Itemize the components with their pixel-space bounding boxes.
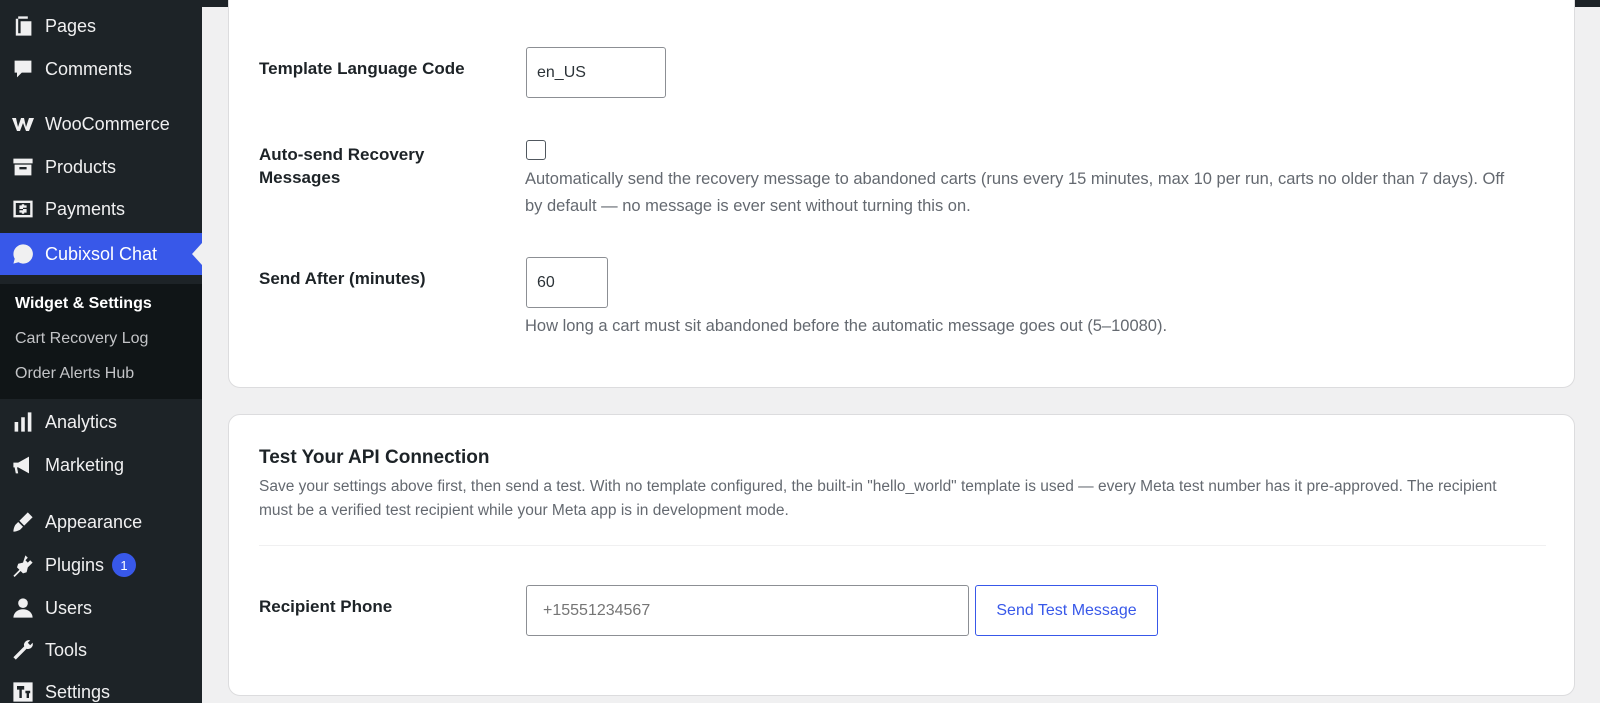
pages-icon bbox=[10, 13, 36, 39]
sidebar-item-label: Settings bbox=[45, 681, 111, 702]
payments-icon bbox=[10, 196, 36, 222]
admin-sidebar: Pages Comments WooCommerce Products Paym… bbox=[0, 0, 202, 703]
sidebar-item-users[interactable]: Users bbox=[0, 587, 202, 629]
tools-icon bbox=[10, 637, 36, 663]
sidebar-item-label: Appearance bbox=[45, 511, 143, 532]
sidebar-item-settings[interactable]: Settings bbox=[0, 671, 202, 703]
sidebar-item-label: Analytics bbox=[45, 411, 118, 432]
sidebar-item-label: Users bbox=[45, 597, 93, 618]
send-after-description: How long a cart must sit abandoned befor… bbox=[525, 317, 1168, 335]
sidebar-item-cubixsol-chat[interactable]: Cubixsol Chat bbox=[0, 233, 202, 275]
sidebar-item-woocommerce[interactable]: WooCommerce bbox=[0, 103, 202, 145]
settings-icon bbox=[10, 679, 36, 703]
sidebar-item-payments[interactable]: Payments bbox=[0, 188, 202, 230]
analytics-icon bbox=[10, 409, 36, 435]
recipient-phone-input[interactable]: +15551234567 bbox=[526, 585, 969, 636]
comments-icon bbox=[10, 56, 36, 82]
sidebar-item-products[interactable]: Products bbox=[0, 146, 202, 188]
settings-card: Template Language Code en_US Auto-send R… bbox=[228, 0, 1575, 388]
chat-icon bbox=[10, 241, 36, 267]
sidebar-item-label: Payments bbox=[45, 198, 126, 219]
sidebar-item-label: Plugins bbox=[45, 554, 105, 575]
sidebar-item-label: Cubixsol Chat bbox=[45, 243, 158, 264]
sidebar-item-label: Products bbox=[45, 156, 117, 177]
sidebar-item-marketing[interactable]: Marketing bbox=[0, 444, 202, 486]
sidebar-item-plugins[interactable]: Plugins 1 bbox=[0, 544, 202, 586]
api-test-title: Test Your API Connection bbox=[259, 447, 490, 468]
woocommerce-icon bbox=[10, 111, 36, 137]
plugins-icon bbox=[10, 552, 36, 578]
sidebar-item-analytics[interactable]: Analytics bbox=[0, 401, 202, 443]
sidebar-item-tools[interactable]: Tools bbox=[0, 629, 202, 671]
autosend-label: Auto-send Recovery Messages bbox=[259, 145, 425, 187]
sidebar-item-label: Marketing bbox=[45, 454, 125, 475]
submenu-widget-settings[interactable]: Widget & Settings bbox=[15, 295, 152, 313]
autosend-checkbox[interactable] bbox=[526, 140, 546, 160]
sidebar-item-appearance[interactable]: Appearance bbox=[0, 501, 202, 543]
autosend-description: Automatically send the recovery message … bbox=[525, 170, 1505, 215]
users-icon bbox=[10, 595, 36, 621]
sidebar-item-label: Tools bbox=[45, 639, 88, 660]
template-language-label: Template Language Code bbox=[259, 59, 465, 78]
recipient-phone-label: Recipient Phone bbox=[259, 597, 393, 616]
marketing-icon bbox=[10, 452, 36, 478]
send-test-message-button[interactable]: Send Test Message bbox=[975, 585, 1158, 636]
sidebar-item-label: Pages bbox=[45, 15, 97, 36]
send-after-input[interactable]: 60 bbox=[526, 257, 608, 308]
sidebar-item-pages[interactable]: Pages bbox=[0, 5, 202, 47]
submenu-cart-recovery-log[interactable]: Cart Recovery Log bbox=[15, 330, 148, 348]
products-icon bbox=[10, 154, 36, 180]
sidebar-item-label: WooCommerce bbox=[45, 113, 170, 134]
section-divider bbox=[259, 545, 1546, 546]
sidebar-item-comments[interactable]: Comments bbox=[0, 48, 202, 90]
api-test-card: Test Your API Connection Save your setti… bbox=[228, 414, 1575, 696]
appearance-icon bbox=[10, 509, 36, 535]
cubixsol-submenu: Widget & Settings Cart Recovery Log Orde… bbox=[0, 284, 202, 399]
send-after-label: Send After (minutes) bbox=[259, 269, 426, 288]
sidebar-item-label: Comments bbox=[45, 58, 133, 79]
submenu-order-alerts-hub[interactable]: Order Alerts Hub bbox=[15, 365, 134, 383]
plugins-update-badge: 1 bbox=[112, 553, 137, 577]
api-test-description: Save your settings above first, then sen… bbox=[259, 478, 1497, 519]
template-language-input[interactable]: en_US bbox=[526, 47, 666, 98]
